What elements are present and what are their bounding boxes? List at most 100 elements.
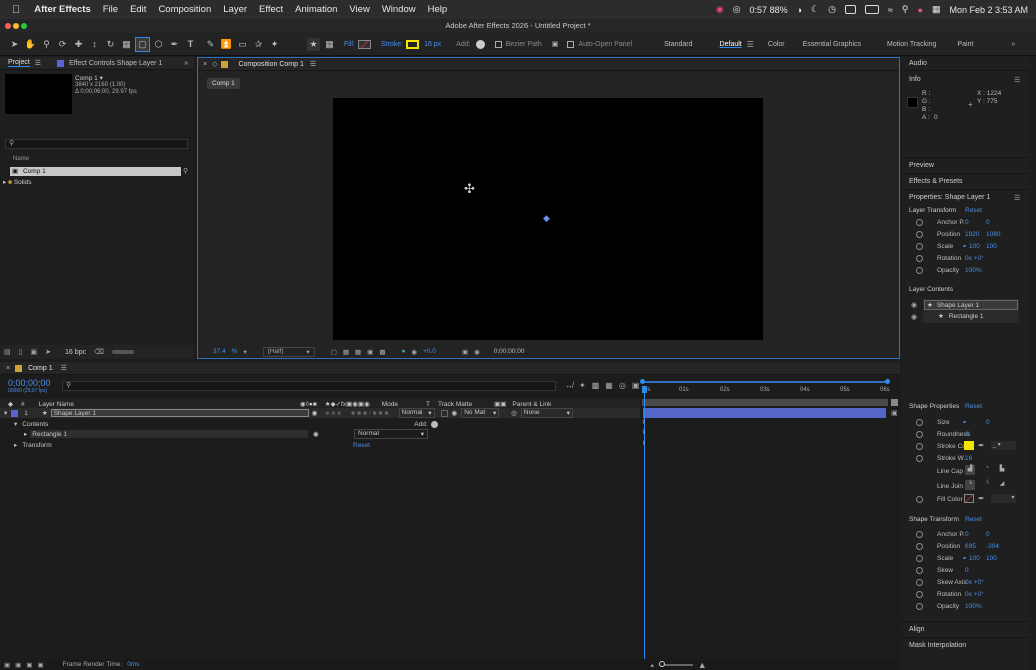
new-folder-icon[interactable]: ▯ <box>19 348 23 356</box>
stopwatch-icon[interactable] <box>916 419 923 426</box>
st-anchor-y[interactable]: 0 <box>986 531 990 538</box>
stroke-style-dropdown[interactable]: _ ▾ <box>991 441 1016 450</box>
pan-camera-icon[interactable]: ✚ <box>72 38 85 51</box>
lt-opacity-value[interactable]: 100% <box>965 267 982 274</box>
clone-stamp-tool-icon[interactable]: ⏫ <box>220 38 233 51</box>
spotlight-search-icon[interactable]: ⚲ <box>902 4 909 15</box>
workspace-essential-graphics[interactable]: Essential Graphics <box>803 41 861 48</box>
zoom-tool-icon[interactable]: ⚲ <box>40 38 53 51</box>
new-composition-icon[interactable]: ▣ <box>30 348 37 356</box>
thumbnail-size-slider[interactable] <box>111 350 134 354</box>
star-toggle-icon[interactable]: ★ <box>307 37 320 51</box>
zoom-slider[interactable] <box>658 660 693 667</box>
minimize-window-button[interactable] <box>13 23 19 29</box>
resolution-dropdown[interactable]: (Half) ▾ <box>262 346 315 357</box>
grid-toggle-icon[interactable]: ▦ <box>323 38 336 51</box>
shy-layers-icon[interactable]: ▩ <box>592 381 600 390</box>
audio-panel-title[interactable]: Audio <box>909 60 927 67</box>
pan-behind-tool-icon[interactable]: ▦ <box>120 38 133 51</box>
stopwatch-icon[interactable] <box>916 531 923 538</box>
layer-transform-reset[interactable]: Reset <box>965 207 982 214</box>
stopwatch-icon[interactable] <box>916 579 923 586</box>
st-skew-value[interactable]: 0 <box>965 567 969 574</box>
st-scale-y[interactable]: 100 <box>986 555 997 562</box>
3d-shape-tool-icon[interactable]: ⬡ <box>152 38 165 51</box>
workspace-paint[interactable]: Paint <box>957 41 973 48</box>
zoom-window-button[interactable] <box>21 23 27 29</box>
miter-join-button[interactable]: ┕ <box>965 480 975 490</box>
graph-editor-icon[interactable]: ▣ <box>632 381 640 390</box>
render-time-toggle-icon[interactable]: ▣ <box>37 661 43 669</box>
st-anchor-x[interactable]: 0 <box>965 531 969 538</box>
st-rotation-value[interactable]: 0x +0° <box>965 591 984 598</box>
app-menu[interactable]: After Effects <box>34 4 91 15</box>
stopwatch-icon[interactable] <box>916 555 923 562</box>
siri-icon[interactable]: ● <box>918 5 923 15</box>
type-tool-icon[interactable]: T <box>184 38 197 51</box>
rectangle-tool-icon[interactable]: ▢ <box>135 36 150 52</box>
transfer-controls-toggle-icon[interactable]: ▣ <box>15 661 21 669</box>
battery-icon[interactable] <box>864 5 879 14</box>
zoom-slider-thumb[interactable] <box>658 660 665 667</box>
stopwatch-icon[interactable] <box>916 231 923 238</box>
rectangle-row[interactable]: ▸ Rectangle 1 ◉ Normal ▾ <box>0 429 640 439</box>
time-ruler[interactable]: 0s 01s 02s 03s 04s 05s 06s <box>642 386 890 399</box>
selection-tool-icon[interactable]: ➤ <box>8 38 21 51</box>
auto-open-checkbox[interactable] <box>567 40 575 48</box>
track-matte-dropdown[interactable]: No Mat ▾ <box>461 408 500 418</box>
eyedropper-icon[interactable]: ✒ <box>978 441 985 450</box>
expand-arrow-icon[interactable]: ▸ <box>3 179 6 186</box>
sp-size-value[interactable]: 0 <box>986 419 990 426</box>
projecting-cap-button[interactable]: ▙ <box>997 465 1007 475</box>
draft-3d-icon[interactable]: ✦ <box>579 381 586 390</box>
menu-view[interactable]: View <box>349 4 369 15</box>
region-of-interest-icon[interactable]: ▢ <box>331 348 337 356</box>
menu-layer[interactable]: Layer <box>223 4 247 15</box>
stopwatch-icon[interactable] <box>916 431 923 438</box>
wifi-icon[interactable]: ≈ <box>888 5 893 15</box>
render-queue-icon[interactable]: ➤ <box>45 348 51 356</box>
properties-menu-icon[interactable]: ☰ <box>1014 194 1020 202</box>
round-join-button[interactable]: ╰ <box>982 480 992 490</box>
more-workspaces-icon[interactable]: » <box>1011 41 1015 48</box>
lt-anchor-x[interactable]: 0 <box>965 219 969 226</box>
transparency-grid-icon[interactable]: ▦ <box>343 348 349 356</box>
rect-mode-dropdown[interactable]: Normal ▾ <box>354 429 428 439</box>
creative-cloud-icon[interactable]: ◉ <box>716 4 724 15</box>
zoom-dropdown-icon[interactable]: ▾ <box>243 348 246 356</box>
lt-scale-x[interactable]: 100 <box>969 243 980 250</box>
stroke-color-swatch[interactable] <box>964 441 974 450</box>
stopwatch-icon[interactable] <box>916 543 923 550</box>
hand-tool-icon[interactable]: ✋ <box>24 38 37 51</box>
zoom-value[interactable]: 37.4 <box>213 348 226 355</box>
layer-name-field[interactable]: Shape Layer 1 <box>50 409 309 417</box>
workspace-color[interactable]: Color <box>768 41 785 48</box>
tab-effect-controls[interactable]: Effect Controls Shape Layer 1 <box>69 60 162 67</box>
time-navigator-end-handle[interactable] <box>885 379 890 384</box>
comp-flowchart-icon[interactable]: ↮ <box>565 381 573 390</box>
grid-guides-icon[interactable]: ▦ <box>355 348 361 356</box>
eye-icon[interactable]: ◉ <box>312 409 318 417</box>
tab-project[interactable]: Project <box>8 59 30 67</box>
roto-brush-tool-icon[interactable]: ✰ <box>252 38 265 51</box>
motion-blur-icon[interactable]: ◎ <box>619 381 626 390</box>
battery-status[interactable]: 0:57 88% <box>750 5 788 15</box>
workspace-default[interactable]: Default <box>720 41 742 48</box>
stopwatch-icon[interactable] <box>916 219 923 226</box>
constrain-proportions-icon[interactable]: ⚭ <box>962 419 967 426</box>
exposure-value[interactable]: +0.0 <box>423 348 436 355</box>
st-position-x[interactable]: 695 <box>965 543 976 550</box>
menu-file[interactable]: File <box>103 4 118 15</box>
stopwatch-icon[interactable] <box>916 243 923 250</box>
mask-interpolation-panel-title[interactable]: Mask Interpolation <box>909 642 966 649</box>
control-center-icon[interactable]: ▦ <box>932 4 941 15</box>
shape-properties-reset[interactable]: Reset <box>965 403 982 410</box>
preserve-transparency-checkbox[interactable] <box>440 409 448 417</box>
content-item-shape-layer[interactable]: ★ Shape Layer 1 <box>924 300 1018 310</box>
col-track-matte[interactable]: Track Matte <box>438 401 472 408</box>
apple-icon[interactable]:  <box>12 4 20 16</box>
expand-arrow-icon[interactable]: ▾ <box>4 409 7 417</box>
eraser-tool-icon[interactable]: ▭ <box>236 38 249 51</box>
stopwatch-icon[interactable] <box>916 496 923 503</box>
stopwatch-icon[interactable] <box>916 267 923 274</box>
